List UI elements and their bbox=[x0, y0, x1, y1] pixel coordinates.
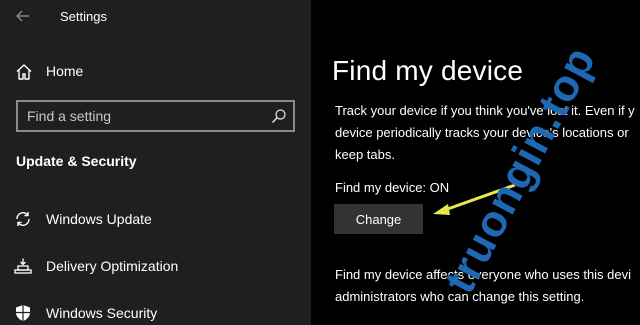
back-button[interactable] bbox=[8, 4, 38, 28]
title-bar: Settings bbox=[0, 0, 311, 34]
description-line: Track your device if you think you've lo… bbox=[335, 103, 635, 118]
description-line: device periodically tracks your device's… bbox=[335, 125, 629, 140]
sidebar-item-delivery-optimization[interactable]: Delivery Optimization bbox=[0, 249, 311, 283]
search-box[interactable] bbox=[16, 100, 295, 132]
sync-icon bbox=[16, 212, 30, 226]
note-line: Find my device affects everyone who uses… bbox=[335, 267, 632, 282]
sidebar-item-label: Windows Update bbox=[46, 211, 152, 227]
description: Track your device if you think you've lo… bbox=[335, 100, 640, 166]
description-line: keep tabs. bbox=[335, 147, 395, 162]
sidebar-item-label: Delivery Optimization bbox=[46, 258, 179, 274]
nav-home[interactable]: Home bbox=[0, 56, 311, 88]
back-arrow-icon bbox=[16, 10, 29, 22]
nav-home-label: Home bbox=[46, 63, 84, 79]
note: Find my device affects everyone who uses… bbox=[335, 264, 640, 308]
content-pane: Find my device Track your device if you … bbox=[311, 0, 640, 325]
change-button[interactable]: Change bbox=[334, 204, 423, 234]
page-title: Find my device bbox=[332, 55, 524, 86]
delivery-optimization-icon bbox=[14, 258, 32, 274]
find-my-device-status: Find my device: ON bbox=[335, 180, 449, 195]
note-line: administrators who can change this setti… bbox=[335, 289, 585, 304]
home-icon bbox=[16, 64, 32, 80]
sidebar-item-windows-update[interactable]: Windows Update bbox=[0, 202, 311, 236]
search-input[interactable] bbox=[27, 107, 267, 125]
status-value: ON bbox=[429, 180, 450, 195]
status-label: Find my device: bbox=[335, 180, 427, 195]
app-title: Settings bbox=[60, 9, 107, 24]
search-icon[interactable] bbox=[271, 108, 287, 124]
shield-icon bbox=[16, 305, 30, 321]
sidebar: Settings Home Update & Security Windows … bbox=[0, 0, 311, 325]
sidebar-item-windows-security[interactable]: Windows Security bbox=[0, 296, 311, 325]
sidebar-item-label: Windows Security bbox=[46, 305, 158, 321]
section-title: Update & Security bbox=[16, 153, 137, 169]
